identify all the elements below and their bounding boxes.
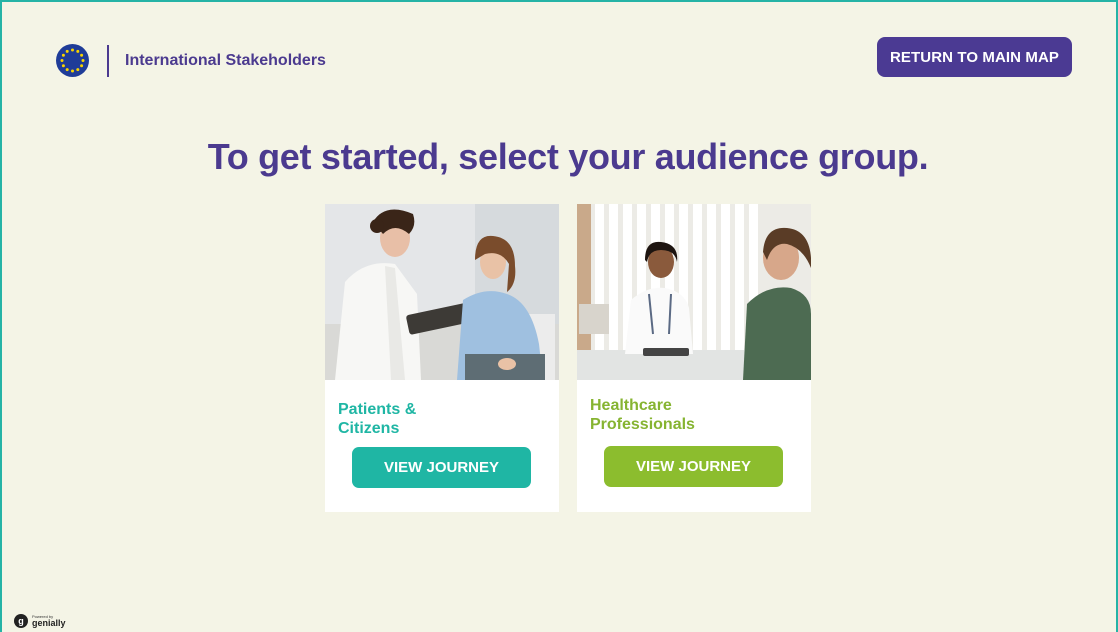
header: International Stakeholders (56, 44, 326, 77)
genially-badge[interactable]: g Powered by genially (14, 614, 66, 628)
card-title: Healthcare Professionals (590, 396, 730, 434)
page-frame (0, 0, 1118, 632)
doctor-with-tablet-and-patient-photo (325, 204, 559, 380)
card-healthcare-professionals[interactable]: Healthcare Professionals VIEW JOURNEY (577, 204, 811, 512)
genially-brand-label: genially (32, 617, 66, 628)
doctor-at-desk-with-patient-photo (577, 204, 811, 380)
genially-text: Powered by genially (32, 614, 66, 628)
card-title-line: Citizens (338, 420, 400, 437)
page-title: International Stakeholders (125, 51, 326, 69)
view-journey-button-healthcare[interactable]: VIEW JOURNEY (604, 446, 783, 487)
eu-flag-icon (56, 44, 89, 77)
card-title: Patients & Citizens (338, 400, 448, 438)
view-journey-button-patients[interactable]: VIEW JOURNEY (352, 447, 531, 488)
card-patients-citizens[interactable]: Patients & Citizens VIEW JOURNEY (325, 204, 559, 512)
card-title-line: Healthcare (590, 397, 672, 414)
card-title-line: Patients & (338, 401, 417, 418)
header-divider (107, 44, 109, 77)
card-title-line: Professionals (590, 416, 695, 433)
headline: To get started, select your audience gro… (207, 136, 929, 177)
genially-logo-icon: g (14, 614, 28, 628)
return-to-main-map-button[interactable]: RETURN TO MAIN MAP (877, 37, 1072, 77)
